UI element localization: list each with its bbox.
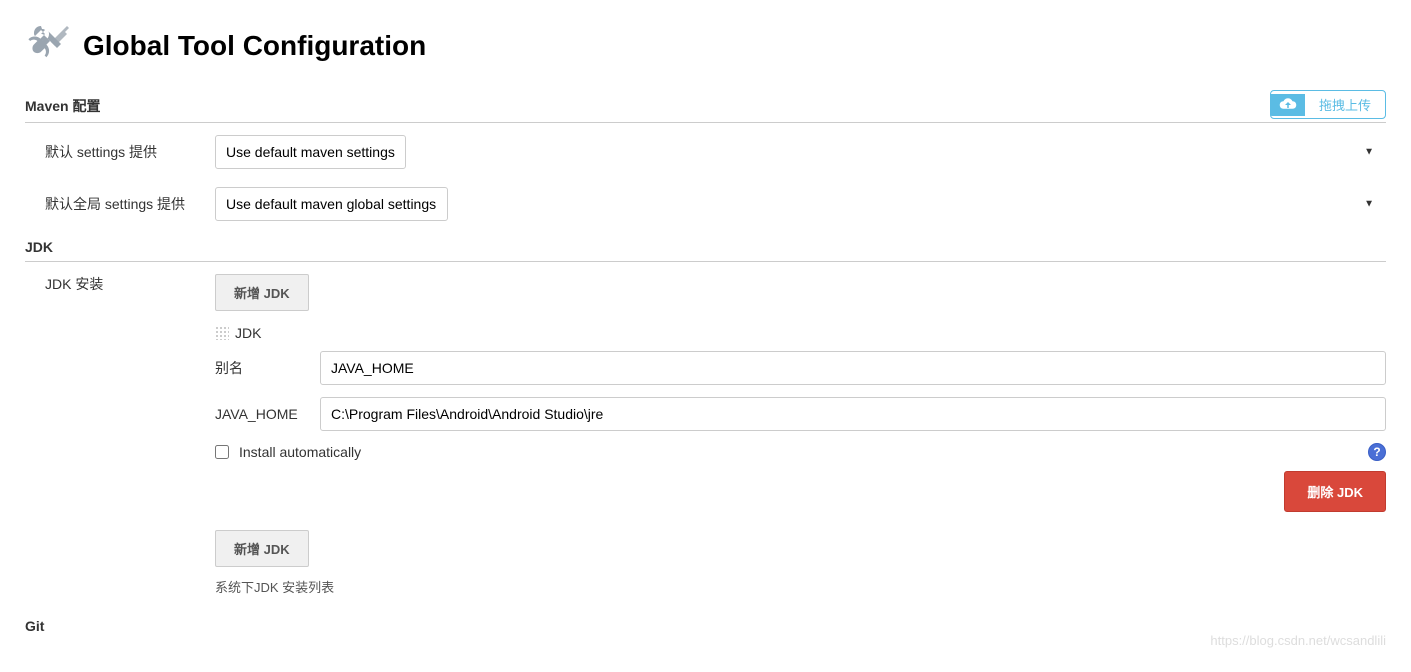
page-title: Global Tool Configuration <box>83 30 426 62</box>
maven-global-settings-label: 默认全局 settings 提供 <box>45 194 215 214</box>
git-section-header: Git <box>25 618 1386 640</box>
delete-jdk-button[interactable]: 删除 JDK <box>1284 471 1386 512</box>
maven-global-settings-select[interactable]: Use default maven global settings <box>215 187 448 221</box>
jdk-install-label: JDK 安装 <box>45 274 215 596</box>
jdk-block: JDK 别名 JAVA_HOME Install automatically ?… <box>215 325 1386 512</box>
jdk-home-row: JAVA_HOME <box>215 397 1386 431</box>
delete-jdk-row: 删除 JDK <box>215 471 1386 512</box>
install-auto-checkbox[interactable] <box>215 445 229 459</box>
jdk-section-header: JDK <box>25 239 1386 262</box>
jdk-home-input[interactable] <box>320 397 1386 431</box>
help-icon[interactable]: ? <box>1368 443 1386 461</box>
jdk-alias-label: 别名 <box>215 358 320 378</box>
maven-section-header: Maven 配置 <box>25 96 1386 123</box>
tools-icon <box>25 20 73 71</box>
maven-settings-row: 默认 settings 提供 Use default maven setting… <box>45 135 1386 169</box>
jdk-block-header: JDK <box>215 325 1386 341</box>
upload-drag-badge[interactable]: 拖拽上传 <box>1270 90 1386 119</box>
upload-badge-label: 拖拽上传 <box>1305 91 1385 118</box>
jdk-block-title: JDK <box>235 325 261 341</box>
maven-settings-label: 默认 settings 提供 <box>45 142 215 162</box>
jdk-alias-input[interactable] <box>320 351 1386 385</box>
cloud-upload-icon <box>1271 94 1305 116</box>
page-header: Global Tool Configuration <box>25 20 1386 71</box>
install-auto-row: Install automatically ? <box>215 443 1386 461</box>
maven-global-settings-row: 默认全局 settings 提供 Use default maven globa… <box>45 187 1386 221</box>
jdk-footer: 新增 JDK 系统下JDK 安装列表 <box>215 530 1386 596</box>
add-jdk-button[interactable]: 新增 JDK <box>215 274 309 311</box>
jdk-home-label: JAVA_HOME <box>215 406 320 422</box>
install-auto-label: Install automatically <box>239 444 361 460</box>
add-jdk-button-2[interactable]: 新增 JDK <box>215 530 309 567</box>
jdk-section: JDK 安装 新增 JDK JDK 别名 JAVA_HOME Install a… <box>45 274 1386 596</box>
maven-settings-select[interactable]: Use default maven settings <box>215 135 406 169</box>
jdk-footer-text: 系统下JDK 安装列表 <box>215 577 1386 596</box>
drag-handle-icon[interactable] <box>215 326 229 340</box>
jdk-alias-row: 别名 <box>215 351 1386 385</box>
